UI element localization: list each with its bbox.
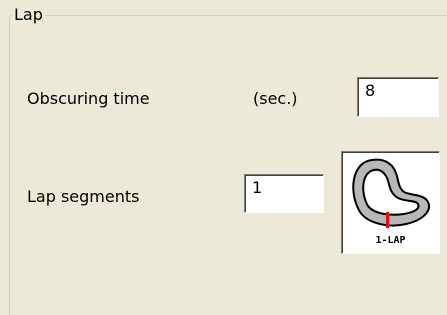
obscuring-time-label: Obscuring time (27, 89, 150, 108)
obscuring-time-value: 8 (365, 81, 376, 100)
obscuring-time-unit: (sec.) (253, 89, 298, 108)
lap-group-title: Lap (12, 5, 45, 24)
lap-segments-value: 1 (252, 178, 263, 197)
obscuring-time-input[interactable]: 8 (357, 77, 439, 117)
lap-segments-label: Lap segments (27, 187, 140, 206)
start-marker (386, 212, 389, 228)
preview-caption: 1-LAP (375, 235, 406, 246)
lap-preview: 1-LAP (341, 151, 440, 254)
lap-segments-input[interactable]: 1 (244, 174, 324, 213)
